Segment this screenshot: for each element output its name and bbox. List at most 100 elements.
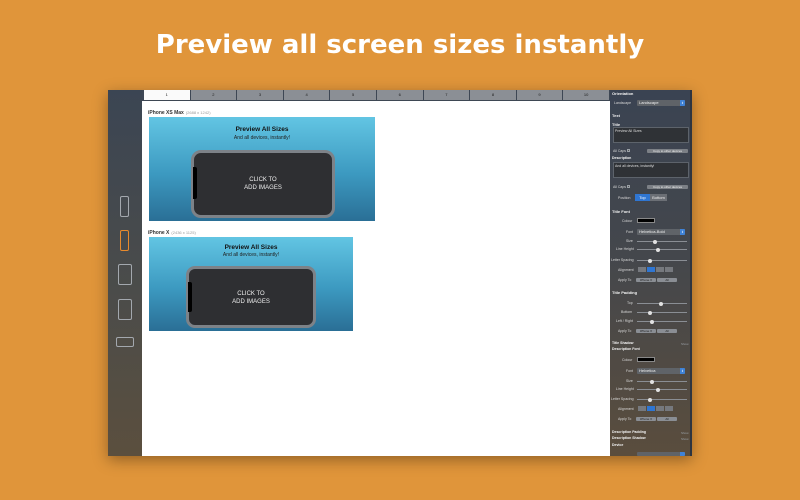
- title-size-slider[interactable]: [637, 239, 687, 244]
- title-colour-label: Colour: [622, 219, 633, 223]
- align-center-icon[interactable]: [647, 406, 655, 411]
- align-left-icon[interactable]: [638, 267, 646, 272]
- device-select[interactable]: [637, 452, 685, 456]
- title-padding-top-label: Top: [627, 301, 633, 305]
- description-line-height-slider[interactable]: [637, 387, 687, 392]
- title-shadow-show-link[interactable]: Show: [681, 342, 689, 346]
- tab-5[interactable]: 5: [330, 90, 376, 100]
- description-textarea[interactable]: And all devices, instantly!: [613, 162, 689, 178]
- tab-3[interactable]: 3: [237, 90, 283, 100]
- inspector-panel: Orientation Landscape Landscape ⇕ Text Ti…: [610, 90, 692, 456]
- align-right-icon[interactable]: [656, 267, 664, 272]
- align-right-icon[interactable]: [656, 406, 664, 411]
- description-letter-spacing-label: Letter Spacing: [611, 397, 634, 401]
- add-images-button[interactable]: CLICK TO ADD IMAGES: [189, 291, 313, 306]
- description-letter-spacing-slider[interactable]: [637, 397, 687, 402]
- description-copy-button[interactable]: Copy to other devices: [647, 185, 688, 189]
- tab-9[interactable]: 9: [516, 90, 563, 100]
- title-line-height-label: Line Height: [616, 247, 634, 251]
- preview-title: Preview All Sizes: [235, 126, 289, 133]
- description-alignment-label: Alignment: [618, 407, 634, 411]
- title-font-header: Title Font: [612, 209, 630, 214]
- title-apply-to-control: iPhone X All: [636, 278, 678, 282]
- title-padding-header: Title Padding: [612, 290, 638, 295]
- title-padding-apply-to-control: iPhone X All: [636, 329, 678, 333]
- iphone-x-device-icon[interactable]: [120, 230, 129, 251]
- orientation-select[interactable]: Landscape ⇕: [637, 100, 685, 106]
- slider-knob[interactable]: [656, 387, 660, 392]
- slider-knob[interactable]: [656, 247, 660, 252]
- position-label: Position: [618, 196, 631, 200]
- description-alignment-control: [638, 406, 674, 411]
- apply-all-button[interactable]: All: [657, 329, 677, 333]
- description-shadow-show-link[interactable]: Show: [681, 437, 689, 441]
- description-padding-show-link[interactable]: Show: [681, 431, 689, 435]
- ipad-pro-device-icon[interactable]: [118, 299, 132, 320]
- chevron-updown-icon: ⇕: [680, 368, 685, 374]
- tab-7[interactable]: 7: [423, 90, 470, 100]
- tab-4[interactable]: 4: [283, 90, 330, 100]
- apply-all-button[interactable]: All: [657, 417, 677, 421]
- title-padding-bottom-slider[interactable]: [637, 310, 687, 315]
- chevron-updown-icon: [680, 452, 685, 456]
- title-alignment-control: [638, 267, 674, 272]
- preview-title: Preview All Sizes: [224, 244, 278, 251]
- slider-knob[interactable]: [648, 397, 652, 402]
- cta-line-2: ADD IMAGES: [232, 298, 270, 305]
- align-center-icon[interactable]: [647, 267, 655, 272]
- orientation-label: Landscape: [614, 101, 632, 105]
- tab-6[interactable]: 6: [376, 90, 423, 100]
- preview-xs-max[interactable]: Preview All Sizes And all devices, insta…: [149, 117, 375, 221]
- title-padding-left-right-slider[interactable]: [637, 319, 687, 324]
- description-font-header: Description Font: [612, 347, 640, 351]
- preview-x[interactable]: Preview All Sizes And all devices, insta…: [149, 237, 353, 331]
- apply-iphone-button[interactable]: iPhone X: [636, 278, 656, 282]
- slider-knob[interactable]: [648, 310, 652, 315]
- apply-iphone-button[interactable]: iPhone X: [636, 329, 656, 333]
- title-letter-spacing-slider[interactable]: [637, 258, 687, 263]
- title-font-select[interactable]: Helvetica-Bold ⇕: [637, 229, 685, 235]
- description-all-caps-checkbox[interactable]: [627, 185, 630, 188]
- title-copy-button[interactable]: Copy to other devices: [647, 149, 688, 153]
- position-bottom-button[interactable]: Bottom: [650, 194, 667, 201]
- ipad-device-icon[interactable]: [118, 264, 132, 285]
- title-all-caps-checkbox[interactable]: [627, 149, 630, 152]
- title-padding-left-right-label: Left / Right: [616, 319, 633, 323]
- position-top-button[interactable]: Top: [635, 194, 650, 201]
- description-colour-swatch[interactable]: [637, 357, 655, 362]
- slider-knob[interactable]: [650, 379, 654, 384]
- description-label: Description: [612, 156, 632, 160]
- inspector-scrollbar[interactable]: [690, 90, 692, 456]
- align-justify-icon[interactable]: [665, 267, 673, 272]
- tab-10[interactable]: 10: [563, 90, 609, 100]
- description-font-label: Font: [626, 369, 634, 373]
- slider-knob[interactable]: [653, 239, 657, 244]
- cta-line-2: ADD IMAGES: [244, 184, 282, 191]
- chevron-updown-icon: ⇕: [680, 100, 685, 106]
- title-letter-spacing-label: Letter Spacing: [611, 258, 634, 262]
- description-apply-to-control: iPhone X All: [636, 417, 678, 421]
- align-justify-icon[interactable]: [665, 406, 673, 411]
- position-segmented: Top Bottom: [635, 194, 667, 201]
- title-textarea[interactable]: Preview All Sizes: [613, 127, 689, 143]
- description-font-select[interactable]: Helvetica ⇕: [637, 368, 685, 374]
- align-left-icon[interactable]: [638, 406, 646, 411]
- add-images-button[interactable]: CLICK TO ADD IMAGES: [194, 177, 332, 192]
- apply-iphone-button[interactable]: iPhone X: [636, 417, 656, 421]
- title-padding-top-slider[interactable]: [637, 301, 687, 306]
- description-size-label: Size: [626, 379, 633, 383]
- title-line-height-slider[interactable]: [637, 247, 687, 252]
- tab-2[interactable]: 2: [190, 90, 237, 100]
- title-colour-swatch[interactable]: [637, 218, 655, 223]
- slider-knob[interactable]: [650, 319, 654, 324]
- slider-knob[interactable]: [648, 258, 652, 263]
- tab-8[interactable]: 8: [470, 90, 516, 100]
- tab-1[interactable]: 1: [144, 90, 190, 100]
- iphone-se-device-icon[interactable]: [120, 196, 129, 217]
- description-size-slider[interactable]: [637, 379, 687, 384]
- title-padding-apply-to-label: Apply To: [618, 329, 632, 333]
- apply-all-button[interactable]: All: [657, 278, 677, 282]
- slider-knob[interactable]: [659, 301, 663, 306]
- macbook-device-icon[interactable]: [116, 337, 134, 347]
- description-font-value: Helvetica: [639, 368, 656, 373]
